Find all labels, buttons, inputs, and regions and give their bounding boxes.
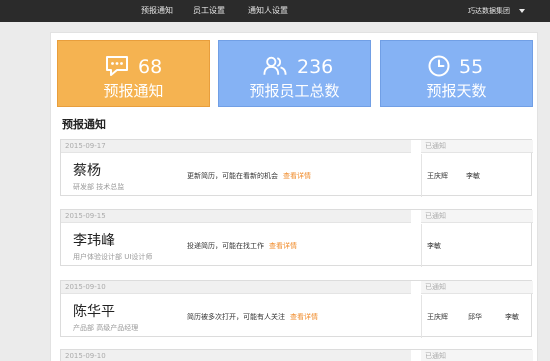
record-employee-info: 陈华平 产品部 高级产品经理 简历被多次打开，可能有人关注 查看详情 — [61, 295, 411, 338]
record-employee-info: 李玮峰 用户体验设计部 UI设计师 投递简历，可能在找工作 查看详情 — [61, 224, 411, 267]
employee-dept-title: 产品部 高级产品经理 — [73, 324, 139, 332]
view-details-link[interactable]: 查看详情 — [269, 242, 297, 250]
nav-item-notifier-settings[interactable]: 通知人设置 — [248, 0, 288, 22]
record-date: 2015-09-17 — [61, 140, 411, 153]
record-date: 2015-09-15 — [61, 210, 411, 223]
stat-value: 68 — [138, 56, 163, 78]
record-status: 已通知 — [421, 140, 533, 153]
employee-name: 李玮峰 — [73, 233, 115, 249]
employee-name: 陈华平 — [73, 304, 115, 320]
nav-item-forecast-notice[interactable]: 预报通知 — [141, 0, 173, 22]
notified-people: 王庆辉 邱华 李敏 — [421, 295, 533, 338]
users-icon — [263, 56, 287, 75]
notice-record: 2015-09-15 已通知 李玮峰 用户体验设计部 UI设计师 投递简历，可能… — [60, 209, 533, 267]
view-details-link[interactable]: 查看详情 — [290, 313, 318, 321]
employee-dept-title: 研发部 技术总监 — [73, 183, 125, 191]
chat-bubble-icon — [106, 56, 128, 76]
view-details-link[interactable]: 查看详情 — [283, 172, 311, 180]
notified-people: 王庆辉 李敏 — [421, 154, 533, 197]
record-date: 2015-09-10 — [61, 350, 411, 361]
record-message: 简历被多次打开，可能有人关注 查看详情 — [187, 313, 318, 322]
employee-name: 蔡杨 — [73, 163, 101, 179]
employee-dept-title: 用户体验设计部 UI设计师 — [73, 253, 153, 261]
clock-icon — [428, 55, 450, 77]
notice-record: 2015-09-10 已通知 — [60, 349, 533, 361]
stat-value: 236 — [297, 56, 334, 78]
notified-people: 李敏 — [421, 224, 533, 267]
notice-record: 2015-09-10 已通知 陈华平 产品部 高级产品经理 简历被多次打开，可能… — [60, 280, 533, 338]
chevron-down-icon[interactable] — [519, 9, 525, 13]
stat-card-forecast-notices[interactable]: 68 预报通知 — [57, 40, 210, 107]
org-selector[interactable]: 巧达数据集团 — [468, 0, 510, 22]
nav-item-employee-settings[interactable]: 员工设置 — [193, 0, 225, 22]
record-date: 2015-09-10 — [61, 281, 411, 294]
section-title: 预报通知 — [62, 118, 106, 131]
record-employee-info: 蔡杨 研发部 技术总监 更新简历，可能在看新的机会 查看详情 — [61, 154, 411, 197]
record-message: 投递简历，可能在找工作 查看详情 — [187, 242, 297, 251]
record-status: 已通知 — [421, 281, 533, 294]
stat-card-forecast-employees[interactable]: 236 预报员工总数 — [218, 40, 371, 107]
stat-card-forecast-days[interactable]: 55 预报天数 — [380, 40, 533, 107]
notified-person: 李敏 — [505, 313, 519, 321]
message-text: 更新简历，可能在看新的机会 — [187, 172, 278, 180]
stat-label: 预报天数 — [426, 82, 487, 100]
message-text: 简历被多次打开，可能有人关注 — [187, 313, 285, 321]
stat-label: 预报员工总数 — [249, 82, 340, 100]
stat-value: 55 — [459, 56, 484, 78]
record-message: 更新简历，可能在看新的机会 查看详情 — [187, 172, 311, 181]
record-status: 已通知 — [421, 350, 533, 361]
stat-label: 预报通知 — [103, 82, 164, 100]
notified-person: 李敏 — [427, 242, 441, 250]
message-text: 投递简历，可能在找工作 — [187, 242, 264, 250]
top-nav-bar: 预报通知 员工设置 通知人设置 巧达数据集团 — [0, 0, 550, 22]
notified-person: 王庆辉 — [427, 313, 448, 321]
notified-person: 李敏 — [466, 172, 480, 180]
notified-person: 邱华 — [468, 313, 482, 321]
notified-person: 王庆辉 — [427, 172, 448, 180]
notice-record: 2015-09-17 已通知 蔡杨 研发部 技术总监 更新简历，可能在看新的机会… — [60, 139, 533, 197]
record-status: 已通知 — [421, 210, 533, 223]
